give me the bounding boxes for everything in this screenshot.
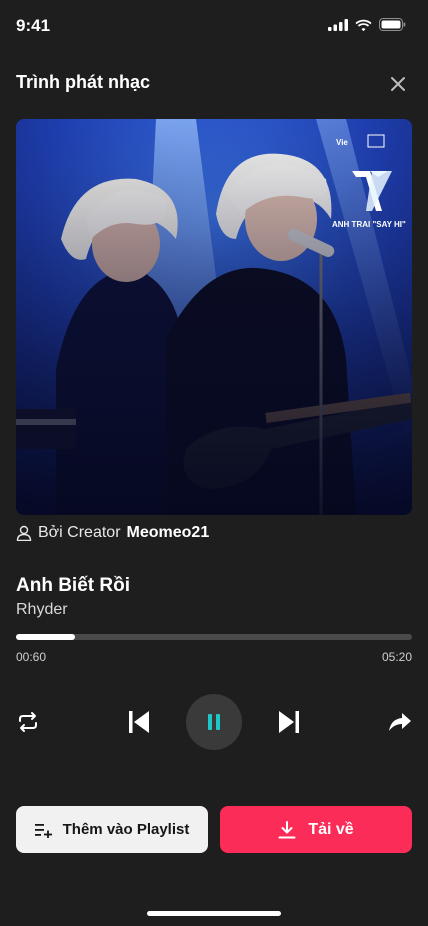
user-icon (16, 525, 32, 541)
show-name: ANH TRAI "SAY HI" (332, 220, 406, 229)
previous-button[interactable] (124, 706, 154, 738)
skip-next-icon (279, 711, 299, 733)
add-to-playlist-button[interactable]: Thêm vào Playlist (16, 806, 208, 853)
creator-line: Bởi Creator Meomeo21 (16, 524, 209, 542)
skip-previous-icon (129, 711, 149, 733)
close-icon (391, 77, 405, 91)
pause-icon (208, 714, 220, 730)
repeat-icon (19, 712, 37, 732)
brand-text: Vie (336, 138, 348, 147)
download-icon (278, 820, 296, 838)
album-artwork: Vie ANH TRAI "SAY HI" (16, 119, 412, 515)
download-label: Tải về (308, 820, 354, 838)
status-bar: 9:41 (0, 0, 428, 52)
add-to-playlist-label: Thêm vào Playlist (62, 821, 190, 838)
elapsed-time: 00:60 (16, 650, 47, 664)
status-time: 9:41 (16, 16, 51, 35)
signal-icon (328, 18, 348, 31)
pause-button[interactable] (186, 694, 242, 750)
progress-bar[interactable] (16, 634, 412, 640)
page-title: Trình phát nhạc (16, 72, 151, 92)
next-button[interactable] (274, 706, 304, 738)
wifi-icon (355, 19, 372, 31)
status-icons (328, 18, 406, 31)
playlist-add-icon (34, 823, 52, 838)
creator-prefix: Bởi Creator (38, 524, 121, 541)
player-header: Trình phát nhạc (0, 64, 428, 104)
playback-controls (0, 692, 428, 752)
song-artist[interactable]: Rhyder (16, 601, 68, 619)
download-button[interactable]: Tải về (220, 806, 412, 853)
share-button[interactable] (386, 708, 414, 736)
creator-name[interactable]: Meomeo21 (127, 524, 210, 542)
close-button[interactable] (386, 72, 410, 96)
home-indicator (147, 911, 281, 916)
share-icon (389, 713, 411, 731)
repeat-button[interactable] (14, 708, 42, 736)
progress-fill (16, 634, 76, 640)
battery-icon (379, 18, 406, 31)
song-title: Anh Biết Rồi (16, 575, 130, 596)
total-time: 05:20 (381, 650, 412, 664)
